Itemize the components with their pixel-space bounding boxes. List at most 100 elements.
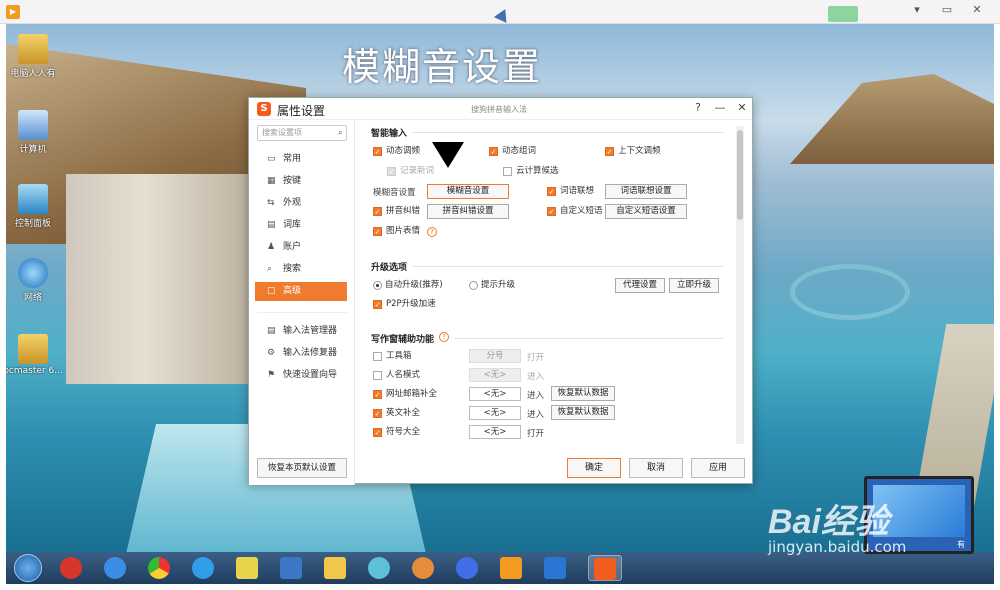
player-close-button[interactable]: ✕ — [966, 3, 988, 16]
desktop-icon-label: 计算机 — [19, 145, 47, 155]
notes-icon — [236, 557, 258, 579]
taskbar-app-folder[interactable] — [318, 555, 352, 581]
fuzzy-pinyin-label: 模糊音设置 — [373, 188, 416, 198]
image-emoji-checkbox[interactable]: ✓ 图片表情 — [373, 226, 420, 237]
advanced-icon: ▢ — [267, 286, 276, 296]
tool-ime-repair[interactable]: ⚙ 输入法修复器 — [255, 344, 347, 363]
prompt-upgrade-radio[interactable]: 提示升级 — [469, 280, 515, 291]
english-complete-checkbox[interactable]: ✓ 英文补全 — [373, 408, 420, 419]
player-minimize-button[interactable]: ▾ — [906, 3, 928, 16]
close-button[interactable]: ✕ — [735, 101, 749, 114]
settings-search-input[interactable]: 搜索设置项 ⌕ — [257, 125, 347, 141]
cancel-button[interactable]: 取消 — [629, 458, 683, 478]
help-icon[interactable]: ? — [439, 332, 449, 342]
record-new-word-checkbox: ✓ 记录新词 — [387, 166, 434, 177]
apply-button[interactable]: 应用 — [691, 458, 745, 478]
desktop-icon-user[interactable]: 电脑人人有 — [6, 34, 68, 79]
symbol-hotkey-field[interactable]: <无> — [469, 425, 521, 439]
nav-item-dictionary[interactable]: ▤ 词库 — [255, 216, 347, 235]
taskbar-app-red[interactable] — [54, 555, 88, 581]
dialog-title-bar: S 属性设置 搜狗拼音输入法 ? — ✕ — [249, 98, 752, 120]
radio-label: 提示升级 — [481, 280, 516, 290]
nav-label: 词库 — [283, 220, 302, 230]
start-button[interactable] — [14, 554, 42, 582]
desktop-icon-pcmaster[interactable]: pcmaster 6... — [6, 334, 68, 376]
taskbar-app-chrome[interactable] — [142, 555, 176, 581]
scrollbar-thumb[interactable] — [737, 130, 743, 220]
desktop-icon-label: 控制面板 — [14, 219, 51, 229]
checkbox-label: 图片表情 — [386, 226, 421, 236]
taskbar-app-remote[interactable] — [274, 555, 308, 581]
taskbar-app-qq[interactable] — [186, 555, 220, 581]
dynamic-freq-checkbox[interactable]: ✓ 动态调频 — [373, 146, 420, 157]
nav-item-search[interactable]: ⌕ 搜索 — [255, 260, 347, 279]
user-icon: ♟ — [267, 242, 276, 252]
taskbar-app-notes[interactable] — [230, 555, 264, 581]
nav-item-keys[interactable]: ▦ 按键 — [255, 172, 347, 191]
content-scrollbar[interactable] — [736, 126, 744, 444]
taskbar-app-ie[interactable] — [98, 555, 132, 581]
player-maximize-button[interactable]: ▭ — [936, 3, 958, 16]
custom-phrase-checkbox[interactable]: ✓ 自定义短语 — [547, 206, 603, 217]
dictionary-icon: ▤ — [267, 220, 276, 230]
taskbar-app-sogou[interactable] — [588, 555, 622, 581]
title-art: 模糊音设置 — [342, 45, 543, 89]
nav-item-appearance[interactable]: ⇆ 外观 — [255, 194, 347, 213]
toolbox-action-label: 打开 — [527, 353, 545, 363]
checkbox-icon: ✓ — [373, 428, 382, 437]
english-hotkey-field[interactable]: <无> — [469, 406, 521, 420]
remote-icon — [280, 557, 302, 579]
toolbox-checkbox[interactable]: 工具箱 — [373, 351, 412, 362]
search-icon[interactable]: ⌕ — [338, 126, 343, 140]
checkbox-label: 上下文调频 — [618, 146, 661, 156]
proxy-settings-button[interactable]: 代理设置 — [615, 278, 665, 293]
upgrade-now-button[interactable]: 立即升级 — [669, 278, 719, 293]
taskbar-app-paint[interactable] — [406, 555, 440, 581]
qq-icon — [192, 557, 214, 579]
fuzzy-pinyin-settings-button[interactable]: 模糊音设置 — [427, 184, 509, 199]
url-email-restore-button[interactable]: 恢复默认数据 — [551, 386, 615, 401]
desktop-icon-network[interactable]: 网络 — [6, 258, 68, 303]
word-association-settings-button[interactable]: 词语联想设置 — [605, 184, 687, 199]
pinyin-correction-checkbox[interactable]: ✓ 拼音纠错 — [373, 206, 420, 217]
checkbox-icon — [503, 167, 512, 176]
taskbar-app-pinwheel[interactable] — [362, 555, 396, 581]
network-globe-icon — [18, 258, 48, 288]
nav-item-common[interactable]: ▭ 常用 — [255, 150, 347, 169]
help-button[interactable]: ? — [691, 101, 705, 114]
properties-dialog: S 属性设置 搜狗拼音输入法 ? — ✕ 搜索设置项 ⌕ ▭ 常用 ▦ 按键 ⇆ 外观… — [248, 97, 753, 485]
nav-item-account[interactable]: ♟ 账户 — [255, 238, 347, 257]
taskbar-app-docs[interactable] — [538, 555, 572, 581]
dialog-subtitle: 搜狗拼音输入法 — [471, 105, 527, 114]
pinyin-correction-settings-button[interactable]: 拼音纠错设置 — [427, 204, 509, 219]
nav-label: 外观 — [283, 198, 302, 208]
desktop-icon-control-panel[interactable]: 控制面板 — [6, 184, 68, 229]
monitor-label: 有 — [957, 540, 965, 549]
taskbar-app-media[interactable] — [450, 555, 484, 581]
folder-icon — [324, 557, 346, 579]
url-email-hotkey-field[interactable]: <无> — [469, 387, 521, 401]
taskbar-app-player[interactable] — [494, 555, 528, 581]
cloud-candidate-checkbox[interactable]: 云计算候选 — [503, 166, 559, 177]
tool-quick-wizard[interactable]: ⚑ 快速设置向导 — [255, 366, 347, 385]
p2p-upgrade-checkbox[interactable]: ✓ P2P升级加速 — [373, 299, 436, 310]
dynamic-group-checkbox[interactable]: ✓ 动态组词 — [489, 146, 536, 157]
help-icon[interactable]: ? — [427, 227, 437, 237]
word-association-checkbox[interactable]: ✓ 词语联想 — [547, 186, 594, 197]
ie-icon — [104, 557, 126, 579]
ok-button[interactable]: 确定 — [567, 458, 621, 478]
desktop-icon-label: 电脑人人有 — [10, 69, 56, 79]
tool-ime-manager[interactable]: ▤ 输入法管理器 — [255, 322, 347, 341]
minimize-button[interactable]: — — [713, 101, 727, 114]
context-freq-checkbox[interactable]: ✓ 上下文调频 — [605, 146, 661, 157]
auto-upgrade-radio[interactable]: 自动升级(推荐) — [373, 280, 443, 291]
restore-page-defaults-button[interactable]: 恢复本页默认设置 — [257, 458, 347, 478]
nav-item-advanced[interactable]: ▢ 高级 — [255, 282, 347, 301]
desktop-icon-computer[interactable]: 计算机 — [6, 110, 68, 155]
english-restore-button[interactable]: 恢复默认数据 — [551, 405, 615, 420]
symbol-collection-checkbox[interactable]: ✓ 符号大全 — [373, 427, 420, 438]
url-email-complete-checkbox[interactable]: ✓ 网址邮箱补全 — [373, 389, 437, 400]
toolbox-hotkey-field: 分号 — [469, 349, 521, 363]
custom-phrase-settings-button[interactable]: 自定义短语设置 — [605, 204, 687, 219]
name-mode-checkbox[interactable]: 人名模式 — [373, 370, 420, 381]
